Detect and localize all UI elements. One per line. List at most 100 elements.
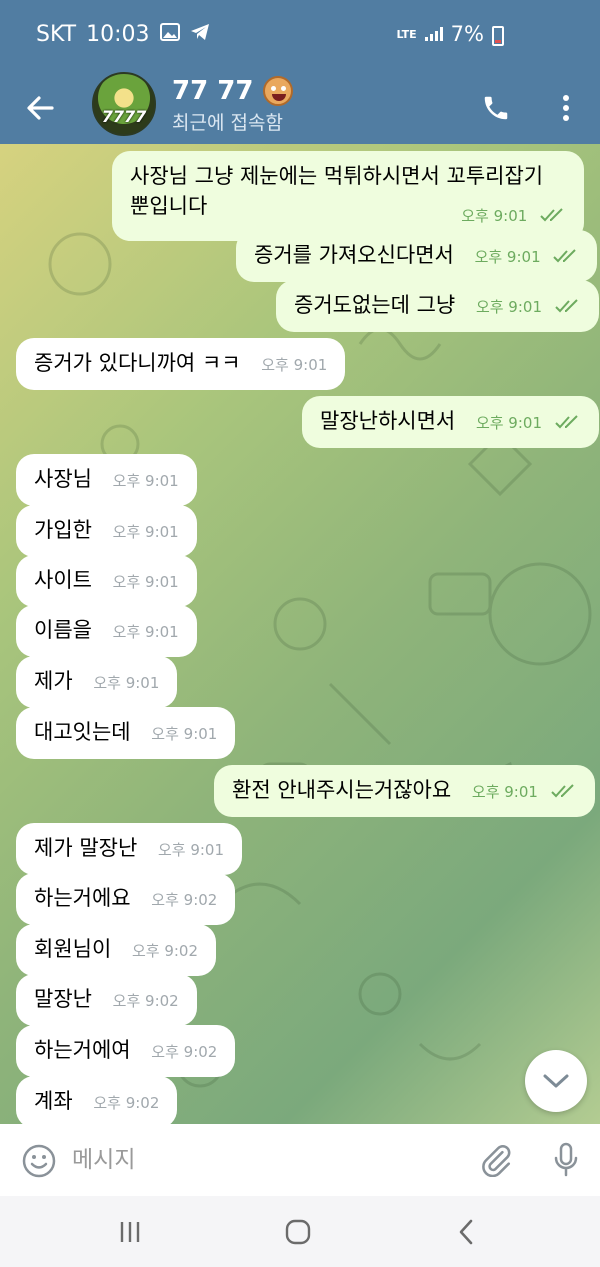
message-incoming[interactable]: 회원님이 오후 9:02	[16, 924, 217, 976]
chat-name-text: 77 77	[172, 76, 254, 106]
message-text: 말장난하시면서	[320, 409, 456, 433]
recent-apps-button[interactable]	[100, 1210, 160, 1254]
message-text: 가입한	[34, 518, 92, 542]
message-outgoing[interactable]: 증거도없는데 그냥 오후 9:01	[276, 280, 599, 332]
back-nav-icon	[459, 1219, 473, 1245]
message-time: 오후 9:01	[112, 472, 179, 490]
network-label: LTE	[396, 27, 417, 41]
back-button[interactable]	[18, 86, 62, 130]
clock: 10:03	[86, 22, 150, 47]
last-seen-status: 최근에 접속함	[172, 112, 283, 134]
chevron-down-icon	[543, 1074, 569, 1088]
read-ticks-icon	[550, 784, 574, 798]
chat-title[interactable]: 77 77	[172, 76, 294, 106]
status-bar: SKT 10:03 LTE 7%	[0, 0, 600, 72]
read-ticks-icon	[554, 415, 578, 429]
message-outgoing[interactable]: 증거를 가져오신다면서 오후 9:01	[236, 230, 598, 282]
more-vert-icon	[563, 95, 569, 121]
chat-header: 7777 77 77 최근에 접속함	[0, 72, 600, 144]
message-text: 사장님	[34, 467, 92, 491]
message-text: 하는거에요	[34, 886, 131, 910]
system-nav-bar	[0, 1196, 600, 1267]
emoji-icon	[22, 1144, 56, 1178]
message-incoming[interactable]: 제가 말장난 오후 9:01	[16, 823, 243, 875]
message-time: 오후 9:01	[475, 414, 542, 432]
message-incoming[interactable]: 증거가 있다니까여 ㅋㅋ 오후 9:01	[16, 338, 346, 390]
carrier-label: SKT	[36, 22, 77, 47]
recent-apps-icon	[120, 1222, 140, 1242]
message-input[interactable]	[72, 1138, 452, 1182]
message-composer	[0, 1124, 600, 1196]
telegram-icon	[190, 22, 210, 47]
message-incoming[interactable]: 대고잇는데 오후 9:01	[16, 707, 236, 759]
read-ticks-icon	[540, 208, 563, 222]
message-time: 오후 9:02	[93, 1094, 160, 1112]
message-time: 오후 9:01	[261, 356, 328, 374]
message-list[interactable]: 사장님 그냥 제눈에는 먹튀하시면서 꼬투리잡기 뿐입니다 오후 9:01 증거…	[0, 144, 600, 1124]
message-time: 오후 9:01	[112, 573, 179, 591]
message-time: 오후 9:01	[157, 841, 225, 859]
message-incoming[interactable]: 하는거에요 오후 9:02	[16, 873, 236, 925]
message-time: 오후 9:02	[112, 992, 179, 1010]
message-outgoing[interactable]: 사장님 그냥 제눈에는 먹튀하시면서 꼬투리잡기 뿐입니다 오후 9:01	[112, 151, 584, 241]
message-time: 오후 9:02	[151, 1043, 218, 1061]
message-incoming[interactable]: 이름을 오후 9:01	[16, 605, 197, 657]
scroll-to-bottom-button[interactable]	[525, 1050, 587, 1112]
back-arrow-icon	[27, 96, 54, 120]
laughing-face-icon	[263, 76, 294, 106]
battery-icon	[492, 26, 504, 46]
voice-message-button[interactable]	[546, 1138, 586, 1182]
status-right: LTE 7%	[396, 22, 504, 46]
message-time: 오후 9:01	[112, 623, 179, 641]
avatar-text: 7777	[101, 107, 147, 126]
message-text: 대고잇는데	[34, 720, 131, 744]
back-nav-button[interactable]	[436, 1210, 496, 1254]
more-options-button[interactable]	[546, 86, 586, 130]
message-text: 제가 말장난	[34, 836, 138, 860]
signal-icon	[424, 27, 443, 41]
message-time: 오후 9:01	[471, 783, 538, 801]
home-icon	[285, 1219, 311, 1245]
status-left: SKT 10:03	[36, 22, 210, 47]
message-outgoing[interactable]: 말장난하시면서 오후 9:01	[302, 396, 599, 448]
message-time: 오후 9:01	[93, 674, 160, 692]
mic-icon	[554, 1142, 578, 1177]
message-time: 오후 9:01	[475, 298, 542, 316]
message-incoming[interactable]: 사이트 오후 9:01	[16, 555, 197, 607]
phone-icon	[484, 96, 508, 120]
message-time: 오후 9:02	[131, 942, 199, 960]
message-text: 하는거에여	[34, 1038, 131, 1062]
message-time: 오후 9:01	[461, 207, 528, 225]
message-incoming[interactable]: 계좌 오후 9:02	[16, 1076, 178, 1124]
read-ticks-icon	[554, 299, 578, 313]
message-time: 오후 9:01	[151, 725, 218, 743]
message-time: 오후 9:02	[151, 891, 218, 909]
message-text: 증거도없는데 그냥	[294, 293, 456, 317]
message-text: 환전 안내주시는거잖아요	[232, 778, 452, 802]
message-incoming[interactable]: 사장님 오후 9:01	[16, 454, 197, 506]
message-outgoing[interactable]: 환전 안내주시는거잖아요 오후 9:01	[214, 765, 595, 817]
message-text: 증거가 있다니까여 ㅋㅋ	[34, 351, 241, 375]
message-text: 이름을	[34, 618, 92, 642]
gallery-icon	[159, 22, 180, 47]
message-incoming[interactable]: 하는거에여 오후 9:02	[16, 1025, 236, 1077]
message-text: 계좌	[34, 1089, 73, 1113]
message-time: 오후 9:01	[474, 248, 541, 266]
emoji-button[interactable]	[18, 1140, 60, 1182]
message-incoming[interactable]: 가입한 오후 9:01	[16, 505, 197, 557]
message-incoming[interactable]: 제가 오후 9:01	[16, 656, 178, 708]
read-ticks-icon	[553, 249, 577, 263]
attach-icon	[482, 1145, 511, 1177]
message-incoming[interactable]: 말장난 오후 9:02	[16, 974, 197, 1026]
message-text: 사이트	[34, 568, 92, 592]
attach-button[interactable]	[474, 1138, 518, 1182]
message-text: 증거를 가져오신다면서	[254, 243, 454, 267]
home-button[interactable]	[268, 1210, 328, 1254]
message-text: 제가	[34, 669, 73, 693]
call-button[interactable]	[474, 86, 518, 130]
message-text: 말장난	[34, 987, 92, 1011]
battery-label: 7%	[450, 22, 484, 46]
message-text: 회원님이	[34, 937, 112, 961]
message-time: 오후 9:01	[112, 523, 179, 541]
avatar[interactable]: 7777	[92, 72, 156, 136]
